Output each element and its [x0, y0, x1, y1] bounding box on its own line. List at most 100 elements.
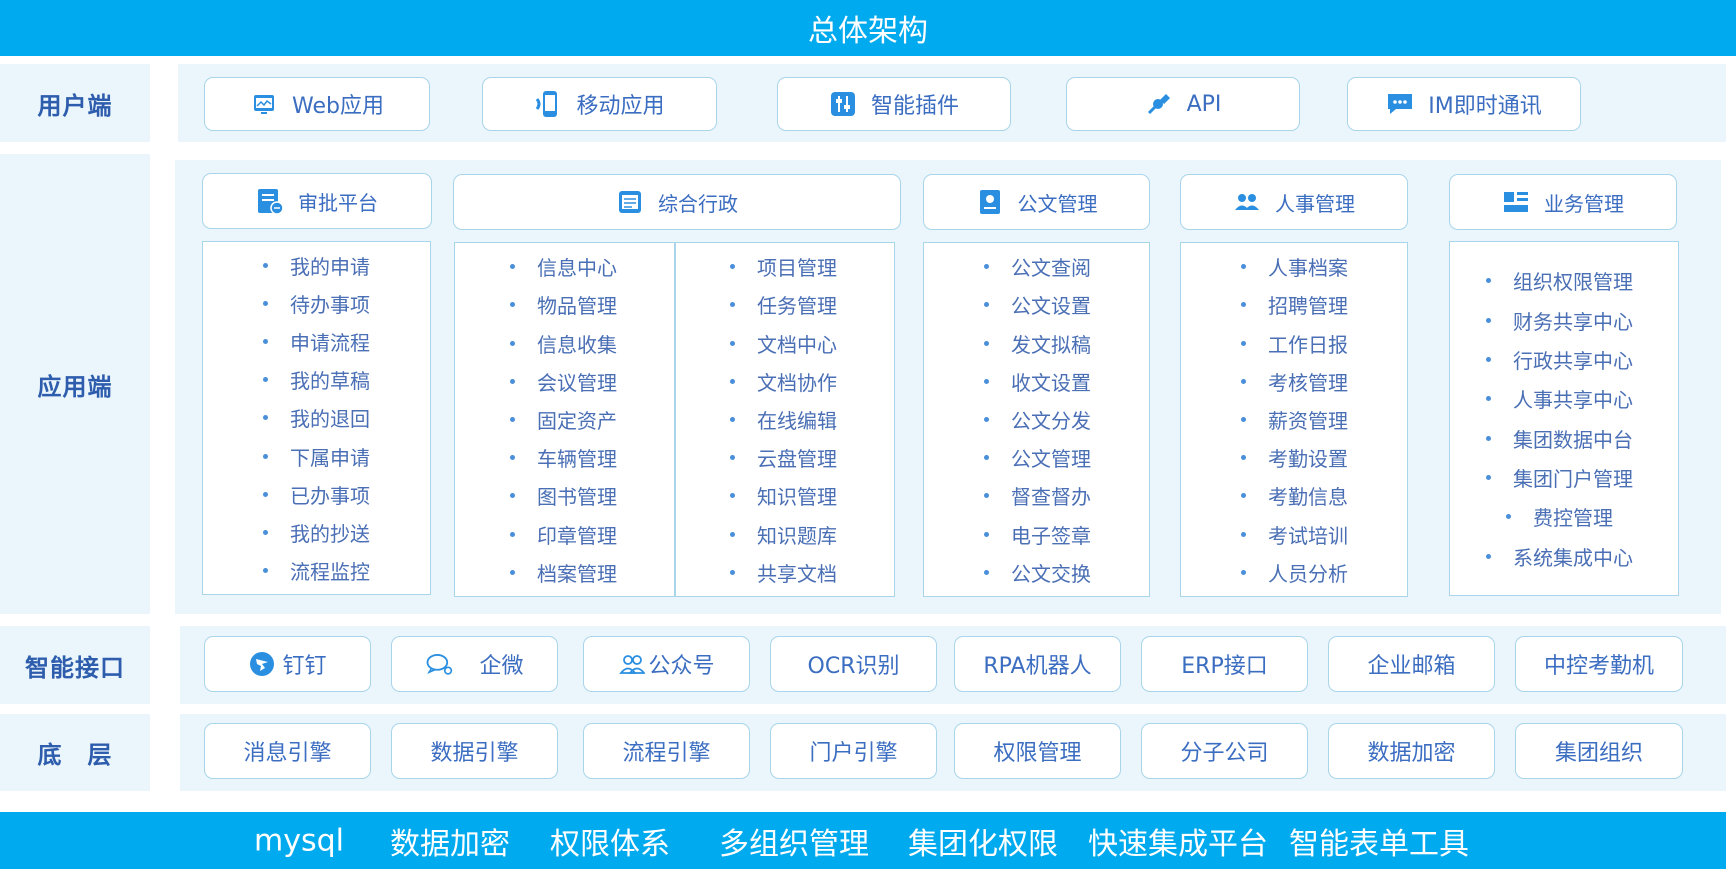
interface-rpa[interactable]: RPA机器人 — [954, 636, 1121, 692]
list-item[interactable]: 任务管理 — [730, 290, 837, 319]
list-item[interactable]: 督查督办 — [984, 481, 1091, 510]
list-item[interactable]: 项目管理 — [730, 252, 837, 281]
list-column: 人事档案 招聘管理 工作日报 考核管理 薪资管理 考勤设置 考勤信息 考试培训 … — [1241, 243, 1348, 596]
module-approval-header[interactable]: 审批平台 — [202, 173, 432, 229]
module-document-header[interactable]: 公文管理 — [923, 174, 1150, 230]
list-item[interactable]: 知识题库 — [730, 520, 837, 549]
page-title: 总体架构 — [0, 0, 1736, 56]
list-item[interactable]: 集团门户管理 — [1486, 463, 1633, 492]
footer-item: mysql — [254, 823, 344, 858]
list-item[interactable]: 招聘管理 — [1241, 290, 1348, 319]
base-data-engine[interactable]: 数据引擎 — [391, 723, 558, 779]
base-label: 权限管理 — [993, 741, 1082, 766]
user-item-label: Web应用 — [292, 94, 384, 119]
list-item[interactable]: 薪资管理 — [1241, 405, 1348, 434]
list-item[interactable]: 共享文档 — [730, 558, 837, 587]
list-item[interactable]: 费控管理 — [1506, 502, 1613, 531]
list-item[interactable]: 我的申请 — [263, 251, 370, 280]
list-item[interactable]: 我的退回 — [263, 403, 370, 432]
module-hr-header[interactable]: 人事管理 — [1180, 174, 1408, 230]
list-item[interactable]: 信息收集 — [510, 329, 617, 358]
list-item[interactable]: 人员分析 — [1241, 558, 1348, 587]
list-item[interactable]: 系统集成中心 — [1486, 542, 1633, 571]
list-item[interactable]: 会议管理 — [510, 367, 617, 396]
user-item-label: 移动应用 — [576, 94, 665, 119]
interface-label: 企微 — [479, 654, 524, 679]
module-admin-header[interactable]: 综合行政 — [453, 174, 901, 230]
approval-form-icon — [256, 187, 284, 215]
list-item[interactable]: 已办事项 — [263, 480, 370, 509]
base-group-org[interactable]: 集团组织 — [1515, 723, 1683, 779]
base-workflow-engine[interactable]: 流程引擎 — [583, 723, 750, 779]
list-item[interactable]: 公文管理 — [984, 443, 1091, 472]
list-item[interactable]: 人事档案 — [1241, 252, 1348, 281]
module-admin-list: 信息中心 物品管理 信息收集 会议管理 固定资产 车辆管理 图书管理 印章管理 … — [454, 242, 895, 597]
user-item-web[interactable]: Web应用 — [204, 77, 430, 131]
list-item[interactable]: 考勤设置 — [1241, 443, 1348, 472]
list-item[interactable]: 云盘管理 — [730, 443, 837, 472]
interface-label: 企业邮箱 — [1367, 654, 1456, 679]
business-grid-icon — [1502, 188, 1530, 216]
list-item[interactable]: 发文拟稿 — [984, 329, 1091, 358]
module-business-header[interactable]: 业务管理 — [1449, 174, 1677, 230]
base-encryption[interactable]: 数据加密 — [1328, 723, 1495, 779]
people-group-icon — [1233, 188, 1261, 216]
list-item[interactable]: 印章管理 — [510, 520, 617, 549]
list-item[interactable]: 电子签章 — [984, 520, 1091, 549]
list-item[interactable]: 组织权限管理 — [1486, 266, 1633, 295]
list-item[interactable]: 物品管理 — [510, 290, 617, 319]
list-item[interactable]: 档案管理 — [510, 558, 617, 587]
interface-label: 中控考勤机 — [1543, 654, 1654, 679]
list-item[interactable]: 我的抄送 — [263, 518, 370, 547]
list-item[interactable]: 行政共享中心 — [1486, 345, 1633, 374]
user-item-api[interactable]: API — [1066, 77, 1300, 131]
interface-label: RPA机器人 — [983, 654, 1092, 679]
list-item[interactable]: 公文查阅 — [984, 252, 1091, 281]
interface-attendance[interactable]: 中控考勤机 — [1515, 636, 1683, 692]
interface-dingtalk[interactable]: 钉钉 — [204, 636, 371, 692]
list-item[interactable]: 工作日报 — [1241, 329, 1348, 358]
list-item[interactable]: 公文分发 — [984, 405, 1091, 434]
list-item[interactable]: 人事共享中心 — [1486, 384, 1633, 413]
interface-ocr[interactable]: OCR识别 — [770, 636, 937, 692]
list-item[interactable]: 财务共享中心 — [1486, 306, 1633, 335]
base-label: 集团组织 — [1554, 741, 1643, 766]
list-item[interactable]: 图书管理 — [510, 481, 617, 510]
list-item[interactable]: 文档协作 — [730, 367, 837, 396]
list-item[interactable]: 固定资产 — [510, 405, 617, 434]
base-subsidiary[interactable]: 分子公司 — [1141, 723, 1308, 779]
list-item[interactable]: 申请流程 — [263, 327, 370, 356]
interface-wecom[interactable]: 企微 — [391, 636, 558, 692]
base-permission[interactable]: 权限管理 — [954, 723, 1121, 779]
list-item[interactable]: 流程监控 — [263, 556, 370, 585]
list-item[interactable]: 在线编辑 — [730, 405, 837, 434]
document-badge-icon — [976, 188, 1004, 216]
list-item[interactable]: 公文交换 — [984, 558, 1091, 587]
list-item[interactable]: 车辆管理 — [510, 443, 617, 472]
module-approval-list: 我的申请 待办事项 申请流程 我的草稿 我的退回 下属申请 已办事项 我的抄送 … — [202, 241, 431, 595]
interface-email[interactable]: 企业邮箱 — [1328, 636, 1495, 692]
module-hr-list: 人事档案 招聘管理 工作日报 考核管理 薪资管理 考勤设置 考勤信息 考试培训 … — [1180, 242, 1408, 597]
user-item-mobile[interactable]: 移动应用 — [482, 77, 717, 131]
list-item[interactable]: 考勤信息 — [1241, 481, 1348, 510]
list-item[interactable]: 公文设置 — [984, 290, 1091, 319]
admin-doc-icon — [616, 188, 644, 216]
interface-erp[interactable]: ERP接口 — [1141, 636, 1308, 692]
base-message-engine[interactable]: 消息引擎 — [204, 723, 371, 779]
list-item[interactable]: 考核管理 — [1241, 367, 1348, 396]
list-item[interactable]: 我的草稿 — [263, 365, 370, 394]
list-item[interactable]: 文档中心 — [730, 329, 837, 358]
list-item[interactable]: 集团数据中台 — [1486, 424, 1633, 453]
user-item-im[interactable]: IM即时通讯 — [1347, 77, 1581, 131]
list-item[interactable]: 待办事项 — [263, 289, 370, 318]
list-item[interactable]: 下属申请 — [263, 442, 370, 471]
list-item[interactable]: 信息中心 — [510, 252, 617, 281]
list-item[interactable]: 知识管理 — [730, 481, 837, 510]
user-item-plugin[interactable]: 智能插件 — [777, 77, 1011, 131]
base-portal-engine[interactable]: 门户引擎 — [770, 723, 937, 779]
list-item[interactable]: 收文设置 — [984, 367, 1091, 396]
list-column: 信息中心 物品管理 信息收集 会议管理 固定资产 车辆管理 图书管理 印章管理 … — [510, 243, 617, 596]
list-item[interactable]: 考试培训 — [1241, 520, 1348, 549]
interface-official-account[interactable]: 公众号 — [583, 636, 750, 692]
interface-label: 公众号 — [648, 654, 715, 679]
